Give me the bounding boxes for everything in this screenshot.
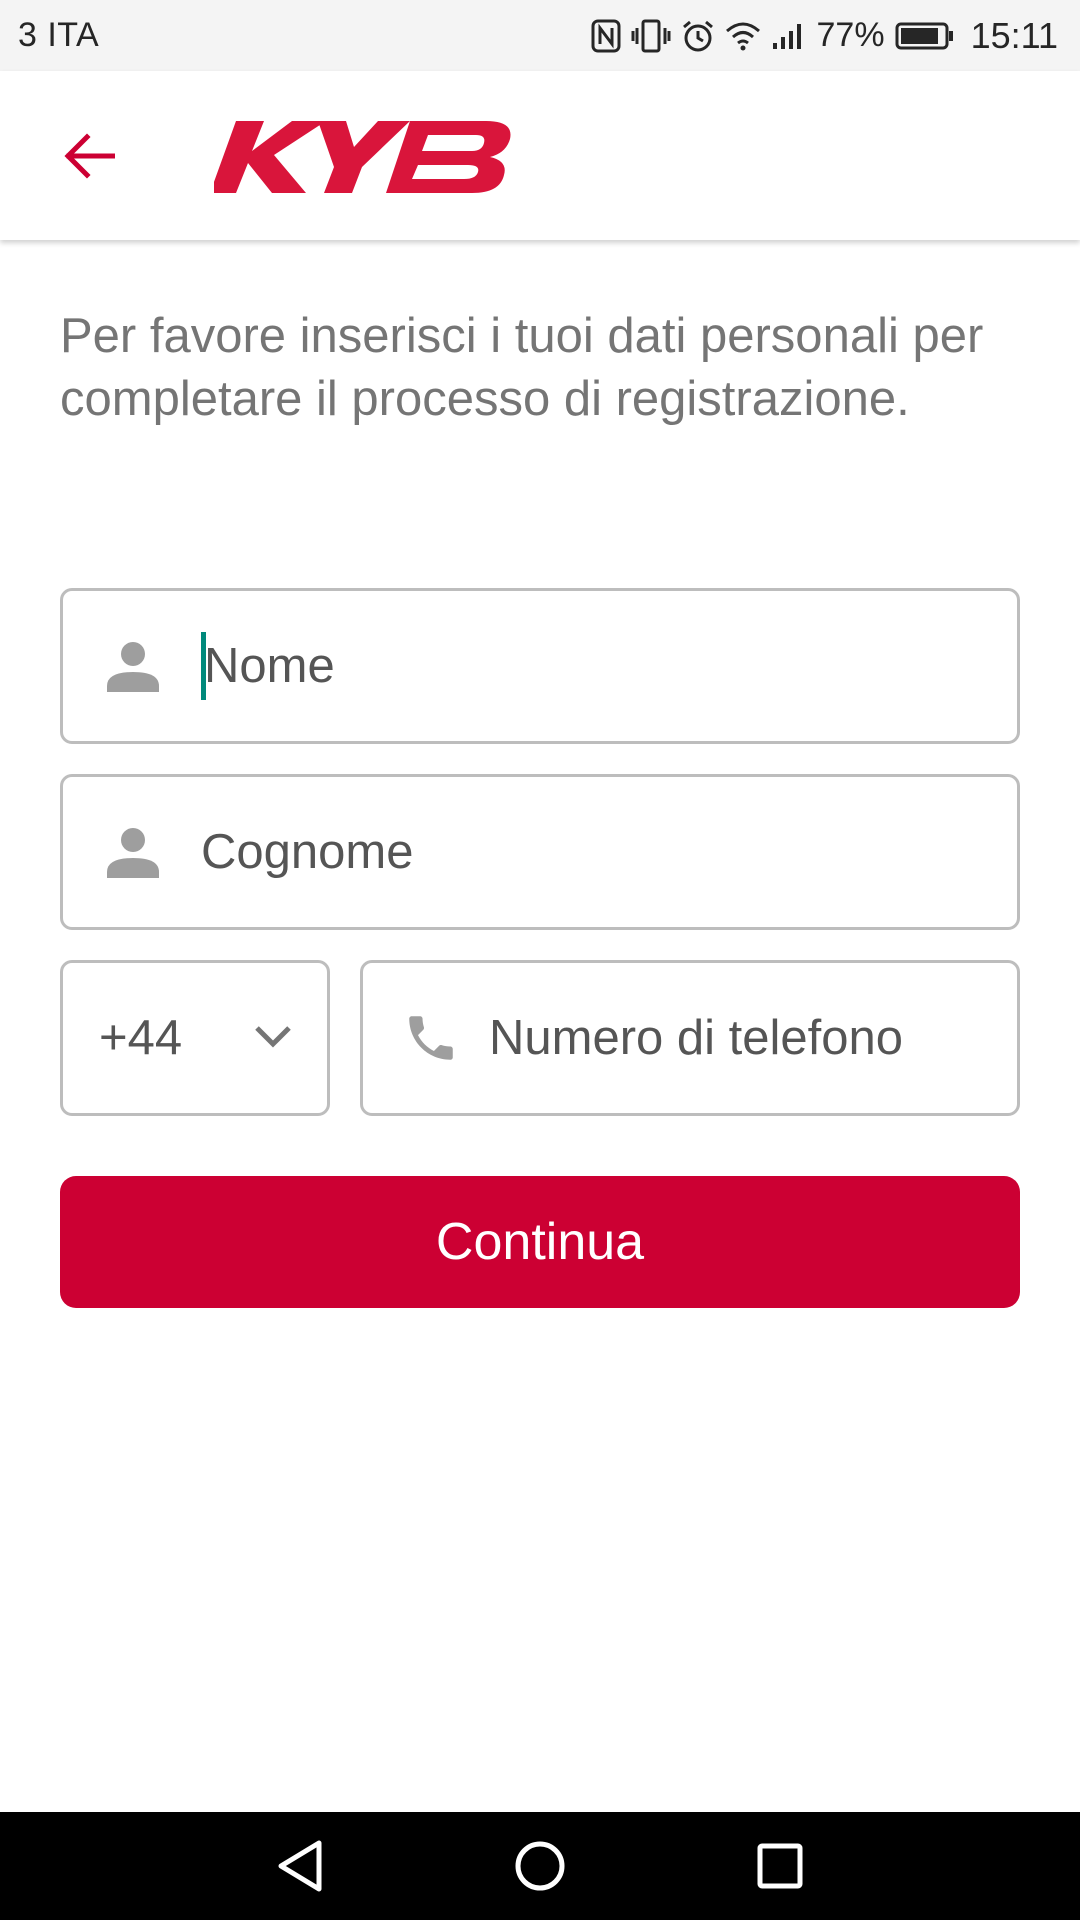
phone-icon [401, 1009, 461, 1067]
status-bar: 3 ITA 77% 15:11 [0, 0, 1080, 71]
first-name-placeholder: Nome [204, 639, 335, 693]
person-icon [103, 824, 163, 880]
chevron-down-icon [253, 1024, 293, 1053]
vibrate-icon [631, 19, 671, 53]
nfc-icon [591, 19, 621, 53]
signal-icon [771, 21, 807, 51]
country-code-value: +44 [99, 1011, 183, 1065]
kyb-logo [210, 121, 514, 193]
nav-recents-button[interactable] [750, 1836, 810, 1896]
last-name-field[interactable]: Cognome [60, 774, 1020, 930]
alarm-icon [681, 19, 715, 53]
nav-back-button[interactable] [270, 1836, 330, 1896]
last-name-placeholder: Cognome [201, 825, 414, 879]
clock: 15:11 [970, 14, 1058, 56]
phone-placeholder: Numero di telefono [489, 1011, 904, 1065]
arrow-back-icon [64, 133, 115, 179]
status-icons: 77% 15:11 [591, 15, 1058, 57]
first-name-field[interactable]: Nome [60, 588, 1020, 744]
navigation-bar [0, 1812, 1080, 1920]
wifi-icon [725, 21, 761, 51]
continue-button[interactable]: Continua [60, 1176, 1020, 1308]
person-icon [103, 638, 163, 694]
nav-home-button[interactable] [510, 1836, 570, 1896]
country-code-select[interactable]: +44 [60, 960, 330, 1116]
square-recents-icon [757, 1843, 803, 1889]
triangle-back-icon [278, 1840, 322, 1892]
back-button[interactable] [44, 111, 134, 201]
carrier-label: 3 ITA [18, 16, 100, 54]
circle-home-icon [515, 1841, 565, 1891]
app-bar [0, 71, 1080, 240]
battery-icon [895, 21, 955, 51]
phone-field[interactable]: Numero di telefono [360, 960, 1020, 1116]
battery-percent: 77% [816, 16, 885, 54]
intro-text: Per favore inserisci i tuoi dati persona… [60, 309, 984, 426]
